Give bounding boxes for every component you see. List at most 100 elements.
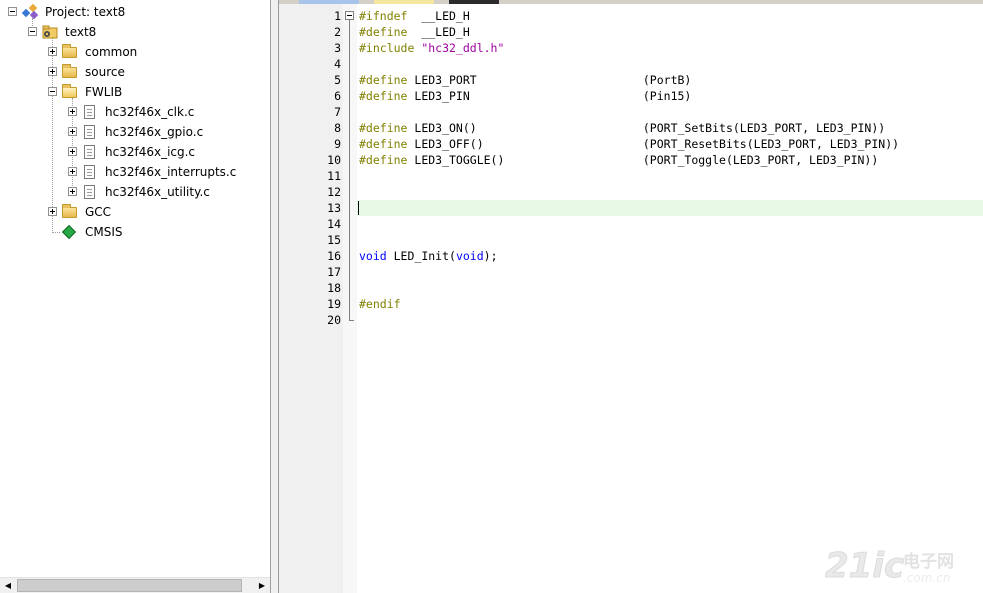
line-number: 12 [327, 185, 341, 199]
tree-item-project-root[interactable]: Project: text8 [0, 2, 270, 22]
scroll-right-icon[interactable]: ▶ [254, 578, 270, 593]
fold-collapse-icon[interactable] [345, 11, 354, 20]
tree-item-file[interactable]: hc32f46x_icg.c [0, 142, 270, 162]
line-number: 13 [327, 201, 341, 215]
line-number: 7 [334, 105, 341, 119]
current-code-line[interactable] [357, 200, 983, 216]
c-file-icon [84, 165, 95, 179]
preprocessor-directive: #define [359, 121, 408, 135]
tree-item-target[interactable]: text8 [0, 22, 270, 42]
group-label: source [85, 65, 125, 79]
file-label: hc32f46x_icg.c [105, 145, 196, 159]
preprocessor-directive: #define [359, 25, 408, 39]
expand-icon[interactable] [48, 67, 57, 76]
preprocessor-directive: #include [359, 41, 415, 55]
code-line[interactable]: #define LED3_OFF() (PORT_ResetBits(LED3_… [357, 136, 983, 152]
project-icon [22, 4, 39, 20]
target-folder-icon [42, 25, 58, 39]
code-token: ); [483, 249, 498, 263]
file-label: hc32f46x_clk.c [105, 105, 195, 119]
code-line[interactable]: #define LED3_TOGGLE() (PORT_Toggle(LED3_… [357, 152, 983, 168]
string-literal: "hc32_ddl.h" [414, 41, 505, 55]
line-number: 6 [334, 89, 341, 103]
project-root-label: Project: text8 [45, 5, 126, 19]
code-line[interactable]: void LED_Init(void); [357, 248, 983, 264]
preprocessor-directive: #define [359, 73, 408, 87]
line-number: 9 [334, 137, 341, 151]
code-line[interactable]: #define LED3_PORT (PortB) [357, 72, 983, 88]
line-number: 18 [327, 281, 341, 295]
line-number: 14 [327, 217, 341, 231]
code-line[interactable]: #define LED3_ON() (PORT_SetBits(LED3_POR… [357, 120, 983, 136]
code-token: LED3_OFF() (PORT_ResetBits(LED3_PORT, LE… [407, 137, 900, 151]
component-label: CMSIS [85, 225, 123, 239]
code-token: LED3_ON() (PORT_SetBits(LED3_PORT, LED3_… [407, 121, 886, 135]
tree-item-file[interactable]: hc32f46x_gpio.c [0, 122, 270, 142]
keyword: void [359, 249, 387, 263]
scrollbar-thumb[interactable] [17, 579, 242, 592]
line-number: 15 [327, 233, 341, 247]
line-number: 8 [334, 121, 341, 135]
expand-icon[interactable] [68, 107, 77, 116]
line-number: 16 [327, 249, 341, 263]
open-folder-icon [62, 84, 77, 98]
code-line[interactable]: #endif [357, 296, 983, 312]
file-label: hc32f46x_gpio.c [105, 125, 204, 139]
collapse-icon[interactable] [28, 27, 37, 36]
tree-item-group[interactable]: common [0, 42, 270, 62]
group-label: common [85, 45, 138, 59]
fold-guide [349, 20, 350, 320]
expand-icon[interactable] [68, 167, 77, 176]
tree-item-group[interactable]: source [0, 62, 270, 82]
project-tree-pane[interactable]: Project: text8 text8 common source FWLIB… [0, 0, 271, 593]
expand-icon[interactable] [68, 187, 77, 196]
code-editor[interactable]: 1 2 3 4 5 6 7 8 9 10 11 12 13 14 15 16 1… [279, 4, 983, 593]
tree-item-component[interactable]: CMSIS [0, 222, 270, 242]
preprocessor-directive: #define [359, 153, 408, 167]
collapse-icon[interactable] [8, 7, 17, 16]
c-file-icon [84, 105, 95, 119]
scroll-left-icon[interactable]: ◀ [0, 578, 16, 593]
pane-splitter[interactable] [271, 0, 279, 593]
fold-margin[interactable] [343, 4, 357, 593]
tree-item-file[interactable]: hc32f46x_utility.c [0, 182, 270, 202]
code-token: LED_Init( [386, 249, 456, 263]
code-text-area[interactable]: #ifndef __LED_H #define __LED_H #include… [357, 4, 983, 593]
tree-item-group[interactable]: GCC [0, 202, 270, 222]
line-number: 2 [334, 25, 341, 39]
c-file-icon [84, 185, 95, 199]
folder-icon [62, 204, 77, 218]
text-caret [358, 201, 359, 215]
folder-icon [62, 64, 77, 78]
expand-icon[interactable] [68, 127, 77, 136]
tree-horizontal-scrollbar[interactable]: ◀ ▶ [0, 577, 270, 593]
tree-item-file[interactable]: hc32f46x_interrupts.c [0, 162, 270, 182]
line-number: 11 [327, 169, 341, 183]
code-token: LED3_PIN (Pin15) [407, 89, 692, 103]
line-number: 3 [334, 41, 341, 55]
line-number: 5 [334, 73, 341, 87]
collapse-icon[interactable] [48, 87, 57, 96]
code-line[interactable]: #include "hc32_ddl.h" [357, 40, 983, 56]
c-file-icon [84, 125, 95, 139]
code-line[interactable]: #define __LED_H [357, 24, 983, 40]
line-number: 20 [327, 313, 341, 327]
group-label: GCC [85, 205, 112, 219]
line-number: 17 [327, 265, 341, 279]
preprocessor-directive: #endif [359, 297, 401, 311]
tree-item-file[interactable]: hc32f46x_clk.c [0, 102, 270, 122]
code-line[interactable]: #define LED3_PIN (Pin15) [357, 88, 983, 104]
code-token: LED3_TOGGLE() (PORT_Toggle(LED3_PORT, LE… [407, 153, 879, 167]
expand-icon[interactable] [48, 207, 57, 216]
keyword: void [455, 249, 484, 263]
tree-item-group[interactable]: FWLIB [0, 82, 270, 102]
line-number: 4 [334, 57, 341, 71]
preprocessor-directive: #ifndef [359, 9, 408, 23]
code-token: __LED_H [407, 25, 470, 39]
expand-icon[interactable] [48, 47, 57, 56]
code-line[interactable]: #ifndef __LED_H [357, 8, 983, 24]
file-label: hc32f46x_interrupts.c [105, 165, 237, 179]
group-label: FWLIB [85, 85, 123, 99]
folder-icon [62, 44, 77, 58]
expand-icon[interactable] [68, 147, 77, 156]
